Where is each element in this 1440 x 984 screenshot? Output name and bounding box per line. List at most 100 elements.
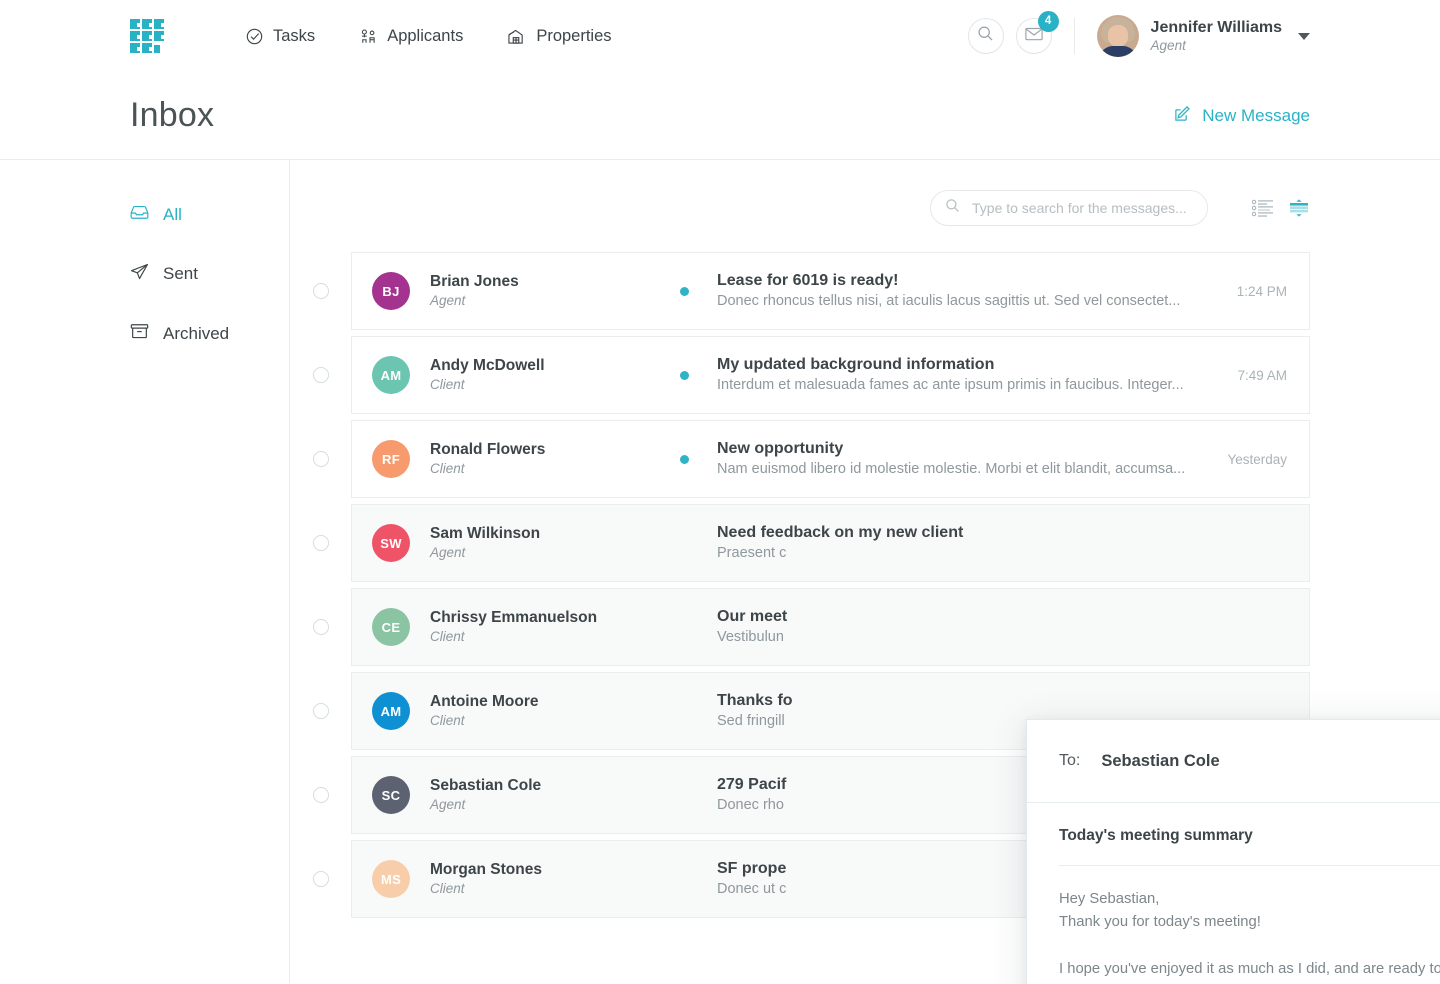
compose-message-modal: To: Sebastian Cole Today's meeting summa… xyxy=(1026,719,1440,984)
list-view-icon[interactable] xyxy=(1252,199,1274,217)
nav-item-tasks-label: Tasks xyxy=(273,26,316,45)
message-card[interactable]: RF Ronald Flowers Client New opportunity Nam… xyxy=(351,420,1310,498)
message-preview: Nam euismod libero id molestie molestie.… xyxy=(717,461,1186,478)
sidebar-item-sent[interactable]: Sent xyxy=(130,263,289,285)
sender-block: Sebastian Cole Agent xyxy=(430,776,680,814)
sender-initials: RF xyxy=(382,451,400,467)
sidebar-item-archived[interactable]: Archived xyxy=(130,323,289,344)
message-card[interactable]: AM Andy McDowell Client My updated backgrou… xyxy=(351,336,1310,414)
message-preview: Praesent c xyxy=(717,545,787,562)
people-icon xyxy=(359,28,377,45)
sender-role: Client xyxy=(430,629,465,645)
user-info[interactable]: Jennifer Williams Agent xyxy=(1151,18,1282,55)
message-preview: Interdum et malesuada fames ac ante ipsu… xyxy=(717,377,1184,394)
app-logo[interactable] xyxy=(130,19,164,53)
user-name: Jennifer Williams xyxy=(1150,18,1282,36)
unread-indicator-dot xyxy=(680,370,689,380)
page-body: All Sent Archived Type to search for the… xyxy=(0,160,1440,984)
sender-initials: SW xyxy=(380,535,402,551)
sender-initials: AM xyxy=(380,367,402,383)
user-role: Agent xyxy=(1150,37,1186,53)
message-row[interactable]: RF Ronald Flowers Client New opportunity Nam… xyxy=(290,420,1310,498)
message-card[interactable]: CE Chrissy Emmanuelson Client Our meet Vesti… xyxy=(351,588,1310,666)
search-icon xyxy=(945,198,960,218)
messages-button[interactable]: 4 xyxy=(1015,11,1059,54)
sender-name: Antoine Moore xyxy=(430,693,539,711)
message-select-toggle[interactable] xyxy=(313,283,329,299)
sender-block: Brian Jones Agent xyxy=(430,272,680,310)
message-summary: Our meet Vestibulun xyxy=(717,606,1269,647)
message-subject: Our meet xyxy=(717,608,788,626)
avatar[interactable] xyxy=(1096,15,1139,57)
nav-item-properties[interactable]: Properties xyxy=(507,26,612,46)
compose-to-row[interactable]: To: Sebastian Cole xyxy=(1027,720,1440,803)
sender-role: Client xyxy=(430,881,465,897)
search-messages-box[interactable] xyxy=(930,190,1208,226)
message-subject: New opportunity xyxy=(717,440,844,458)
sender-role: Agent xyxy=(430,797,466,813)
message-card[interactable]: SW Sam Wilkinson Agent Need feedback on my … xyxy=(351,504,1310,582)
chevron-down-icon[interactable] xyxy=(1298,32,1310,40)
sender-block: Andy McDowell Client xyxy=(430,356,680,394)
sender-initials: BJ xyxy=(382,283,400,299)
check-circle-icon xyxy=(246,28,263,45)
compose-main: Today's meeting summary Hey Sebastian, T… xyxy=(1027,803,1440,984)
message-row[interactable]: CE Chrissy Emmanuelson Client Our meet Vesti… xyxy=(290,588,1310,666)
sender-avatar: BJ xyxy=(372,272,410,310)
unread-indicator-dot xyxy=(680,286,689,296)
sidebar-item-all[interactable]: All xyxy=(130,204,289,225)
message-select-toggle[interactable] xyxy=(313,535,329,551)
nav-item-tasks[interactable]: Tasks xyxy=(246,27,315,46)
message-preview: Donec rhoncus tellus nisi, at iaculis la… xyxy=(717,293,1181,310)
message-select-toggle[interactable] xyxy=(313,367,329,383)
sender-role: Agent xyxy=(430,545,466,561)
sender-block: Morgan Stones Client xyxy=(430,860,680,898)
nav-item-applicants[interactable]: Applicants xyxy=(359,27,463,46)
sidebar-item-all-label: All xyxy=(163,204,182,224)
nav-item-properties-label: Properties xyxy=(536,26,612,45)
message-summary: Need feedback on my new client Praesent c xyxy=(717,522,1269,563)
message-select-toggle[interactable] xyxy=(313,871,329,887)
paper-plane-icon xyxy=(130,263,149,285)
sender-block: Antoine Moore Client xyxy=(430,692,680,730)
sender-initials: MS xyxy=(380,871,402,887)
message-subject: Lease for 6019 is ready! xyxy=(717,272,899,290)
message-card[interactable]: BJ Brian Jones Agent Lease for 6019 is read… xyxy=(351,252,1310,330)
compose-subject-input[interactable]: Today's meeting summary xyxy=(1059,827,1440,866)
compose-to-label: To: xyxy=(1059,752,1081,769)
message-row[interactable]: AM Andy McDowell Client My updated backgrou… xyxy=(290,336,1310,414)
search-icon xyxy=(977,25,994,47)
sender-name: Chrissy Emmanuelson xyxy=(430,609,598,627)
compact-view-icon[interactable] xyxy=(1288,199,1310,217)
message-select-toggle[interactable] xyxy=(313,451,329,467)
sender-name: Sebastian Cole xyxy=(430,777,542,795)
message-subject: Thanks fo xyxy=(717,692,793,710)
message-list-pane: BJ Brian Jones Agent Lease for 6019 is read… xyxy=(290,160,1440,984)
search-button[interactable] xyxy=(967,18,1004,54)
sender-avatar: SC xyxy=(372,776,410,814)
search-input[interactable] xyxy=(970,199,1193,217)
messages-badge: 4 xyxy=(1037,11,1059,32)
message-select-toggle[interactable] xyxy=(313,787,329,803)
message-summary: My updated background information Interdu… xyxy=(717,354,1219,395)
nav-divider xyxy=(1073,18,1075,54)
archive-icon xyxy=(130,323,149,344)
nav-item-applicants-label: Applicants xyxy=(387,26,464,45)
sender-avatar: RF xyxy=(372,440,410,478)
compose-icon xyxy=(1174,105,1191,127)
message-select-toggle[interactable] xyxy=(313,619,329,635)
sender-initials: CE xyxy=(381,619,401,635)
message-time: Yesterday xyxy=(1227,451,1287,467)
sender-name: Morgan Stones xyxy=(430,861,542,879)
compose-body-input[interactable]: Hey Sebastian, Thank you for today's mee… xyxy=(1059,888,1440,984)
envelope-icon xyxy=(1024,27,1043,46)
list-toolbar xyxy=(290,190,1440,226)
message-row[interactable]: BJ Brian Jones Agent Lease for 6019 is read… xyxy=(290,252,1310,330)
page-header: Inbox New Message xyxy=(0,72,1440,160)
new-message-button[interactable]: New Message xyxy=(1174,105,1310,127)
sender-initials: AM xyxy=(380,703,402,719)
sender-block: Sam Wilkinson Agent xyxy=(430,524,680,562)
sender-avatar: AM xyxy=(372,356,410,394)
message-row[interactable]: SW Sam Wilkinson Agent Need feedback on my … xyxy=(290,504,1310,582)
message-select-toggle[interactable] xyxy=(313,703,329,719)
